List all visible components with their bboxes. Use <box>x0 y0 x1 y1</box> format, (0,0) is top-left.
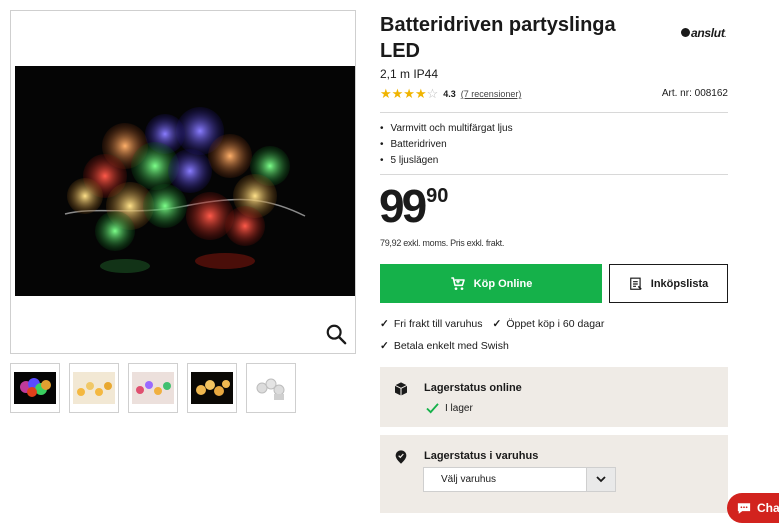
stock-online-status: I lager <box>426 403 473 414</box>
list-icon <box>629 277 642 290</box>
stock-online-title: Lagerstatus online <box>424 382 522 394</box>
check-icon: ✓ <box>380 318 389 330</box>
check-icon: ✓ <box>380 340 389 352</box>
thumbnail-4[interactable] <box>187 363 237 413</box>
usp-item: ✓ Betala enkelt med Swish <box>380 340 509 352</box>
usp-row: ✓ Fri frakt till varuhus ✓ Öppet köp i 60 … <box>380 318 604 330</box>
divider <box>380 174 728 175</box>
store-select[interactable]: Välj varuhus <box>423 467 616 492</box>
stock-store-title: Lagerstatus i varuhus <box>424 450 539 462</box>
chat-label: Cha <box>757 501 779 515</box>
price-decimals: 90 <box>426 185 449 207</box>
product-rating: ★★★★☆ 4.3 (7 recensioner) <box>380 86 521 102</box>
brand-logo: anslut. <box>681 26 726 40</box>
thumbnail-3[interactable] <box>128 363 178 413</box>
thumbnail-1[interactable] <box>10 363 60 413</box>
price-main: 99 <box>379 180 427 232</box>
buy-online-label: Köp Online <box>473 277 533 290</box>
usp-item: ✓ Öppet köp i 60 dagar <box>492 318 605 330</box>
feature-list: Varmvitt och multifärgat ljus Batteridri… <box>380 121 513 169</box>
shopping-list-button[interactable]: Inköpslista <box>609 264 728 303</box>
price: 99 90 <box>379 180 449 232</box>
divider <box>380 112 728 113</box>
stock-online-panel: Lagerstatus online I lager <box>380 367 728 427</box>
check-icon: ✓ <box>492 318 502 330</box>
article-number: Art. nr: 008162 <box>661 88 728 99</box>
usp-item: ✓ Fri frakt till varuhus <box>380 318 483 330</box>
product-subtitle: 2,1 m IP44 <box>380 67 439 81</box>
product-photo <box>15 66 355 296</box>
main-product-image[interactable] <box>10 10 356 354</box>
cart-icon <box>450 276 465 290</box>
chat-button[interactable]: Cha <box>727 493 779 523</box>
thumbnail-2[interactable] <box>69 363 119 413</box>
chat-icon <box>737 502 751 514</box>
chevron-down-icon <box>586 468 615 491</box>
usp-row: ✓ Betala enkelt med Swish <box>380 340 509 352</box>
product-title: Batteridriven partyslinga LED <box>380 14 616 62</box>
search-icon[interactable] <box>325 323 347 345</box>
shopping-list-label: Inköpslista <box>650 277 709 290</box>
buy-online-button[interactable]: Köp Online <box>380 264 602 303</box>
feature-item: 5 ljuslägen <box>380 153 513 169</box>
star-rating-icon: ★★★★☆ <box>380 86 439 101</box>
feature-item: Varmvitt och multifärgat ljus <box>380 121 513 137</box>
store-select-value: Välj varuhus <box>441 474 497 485</box>
thumbnail-5[interactable] <box>246 363 296 413</box>
box-icon <box>394 382 408 396</box>
rating-value: 4.3 <box>443 89 456 99</box>
check-icon <box>426 403 439 414</box>
thumbnail-strip <box>10 363 296 413</box>
location-pin-icon <box>395 450 407 464</box>
price-note: 79,92 exkl. moms. Pris exkl. frakt. <box>380 238 505 248</box>
stock-store-panel: Lagerstatus i varuhus Välj varuhus <box>380 435 728 513</box>
reviews-link[interactable]: (7 recensioner) <box>461 89 522 99</box>
feature-item: Batteridriven <box>380 137 513 153</box>
